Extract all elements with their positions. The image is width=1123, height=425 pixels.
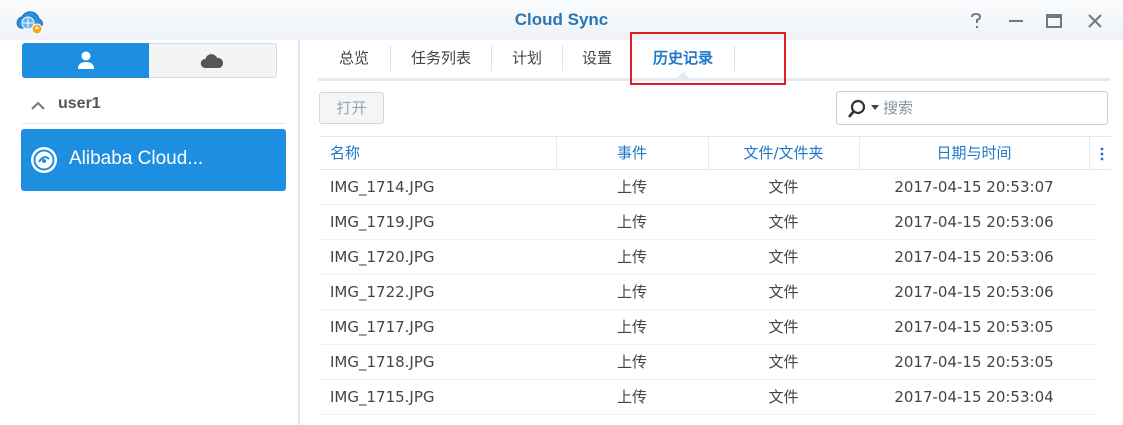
- column-header-datetime[interactable]: 日期与时间: [859, 137, 1089, 170]
- divider: [22, 123, 286, 124]
- cell-event: 上传: [616, 388, 647, 406]
- table-row[interactable]: IMG_1717.JPG 上传 文件 2017-04-15 20:53:05: [319, 310, 1095, 345]
- cell-event: 上传: [616, 248, 647, 266]
- cell-datetime: 2017-04-15 20:53:06: [894, 283, 1054, 301]
- maximize-icon[interactable]: [1043, 10, 1065, 32]
- cell-type: 文件: [768, 318, 799, 336]
- cell-event: 上传: [616, 213, 647, 231]
- cell-name: IMG_1719.JPG: [330, 213, 435, 231]
- cell-type: 文件: [768, 178, 799, 196]
- tab-settings[interactable]: 设置: [563, 40, 631, 76]
- table-row[interactable]: IMG_1722.JPG 上传 文件 2017-04-15 20:53:06: [319, 275, 1095, 310]
- search-field[interactable]: [836, 91, 1108, 125]
- cell-type: 文件: [768, 353, 799, 371]
- user-icon: [78, 51, 94, 69]
- sidebar: user1 Alibaba Cloud...: [0, 40, 298, 425]
- cell-type: 文件: [768, 248, 799, 266]
- cell-event: 上传: [616, 318, 647, 336]
- sidebar-divider: [298, 40, 300, 425]
- table-row[interactable]: IMG_1714.JPG 上传 文件 2017-04-15 20:53:07: [319, 170, 1095, 205]
- cell-type: 文件: [768, 213, 799, 231]
- column-divider: [1089, 137, 1090, 170]
- search-options-caret-icon[interactable]: [871, 105, 879, 110]
- cell-name: IMG_1722.JPG: [330, 283, 435, 301]
- column-header-event[interactable]: 事件: [556, 137, 708, 170]
- open-button[interactable]: 打开: [319, 92, 384, 124]
- column-header-name[interactable]: 名称: [330, 137, 360, 170]
- close-icon[interactable]: [1084, 10, 1106, 32]
- cell-datetime: 2017-04-15 20:53:07: [894, 178, 1054, 196]
- chevron-up-icon: [31, 101, 45, 110]
- table-row[interactable]: IMG_1718.JPG 上传 文件 2017-04-15 20:53:05: [319, 345, 1095, 380]
- sidebar-item-label: Alibaba Cloud...: [69, 148, 204, 169]
- cell-type: 文件: [768, 283, 799, 301]
- cell-name: IMG_1717.JPG: [330, 318, 435, 336]
- cell-datetime: 2017-04-15 20:53:04: [894, 388, 1054, 406]
- alibaba-cloud-icon: [31, 147, 57, 173]
- search-icon[interactable]: [847, 99, 867, 119]
- cell-name: IMG_1714.JPG: [330, 178, 435, 196]
- sidebar-item-alibaba-cloud[interactable]: Alibaba Cloud...: [21, 129, 286, 191]
- tab-task-list[interactable]: 任务列表: [391, 40, 491, 76]
- tab-overview[interactable]: 总览: [318, 40, 390, 76]
- column-header-type[interactable]: 文件/文件夹: [708, 137, 859, 170]
- cell-type: 文件: [768, 388, 799, 406]
- cell-datetime: 2017-04-15 20:53:05: [894, 353, 1054, 371]
- table-row[interactable]: IMG_1720.JPG 上传 文件 2017-04-15 20:53:06: [319, 240, 1095, 275]
- highlight-annotation-box: [630, 32, 786, 85]
- cloud-view-toggle[interactable]: [149, 43, 277, 78]
- cell-event: 上传: [616, 283, 647, 301]
- tab-schedule[interactable]: 计划: [492, 40, 562, 76]
- minimize-icon[interactable]: [1005, 10, 1027, 32]
- title-bar: Cloud Sync: [0, 0, 1123, 40]
- cell-event: 上传: [616, 178, 647, 196]
- history-table: 名称 事件 文件/文件夹 日期与时间 IMG_1714.JPG 上传 文件 20…: [319, 136, 1111, 415]
- cell-name: IMG_1720.JPG: [330, 248, 435, 266]
- window-title: Cloud Sync: [514, 10, 609, 29]
- cell-datetime: 2017-04-15 20:53:06: [894, 213, 1054, 231]
- column-menu-icon[interactable]: [1094, 146, 1110, 162]
- group-label: user1: [58, 95, 101, 112]
- user-view-toggle[interactable]: [22, 43, 149, 78]
- cell-name: IMG_1718.JPG: [330, 353, 435, 371]
- cell-event: 上传: [616, 353, 647, 371]
- cell-datetime: 2017-04-15 20:53:06: [894, 248, 1054, 266]
- table-header: 名称 事件 文件/文件夹 日期与时间: [319, 136, 1111, 170]
- help-icon[interactable]: [965, 10, 987, 32]
- search-input[interactable]: [883, 97, 1093, 119]
- cell-name: IMG_1715.JPG: [330, 388, 435, 406]
- cloud-icon: [200, 54, 224, 68]
- table-row[interactable]: IMG_1719.JPG 上传 文件 2017-04-15 20:53:06: [319, 205, 1095, 240]
- cell-datetime: 2017-04-15 20:53:05: [894, 318, 1054, 336]
- table-row[interactable]: IMG_1715.JPG 上传 文件 2017-04-15 20:53:04: [319, 380, 1095, 415]
